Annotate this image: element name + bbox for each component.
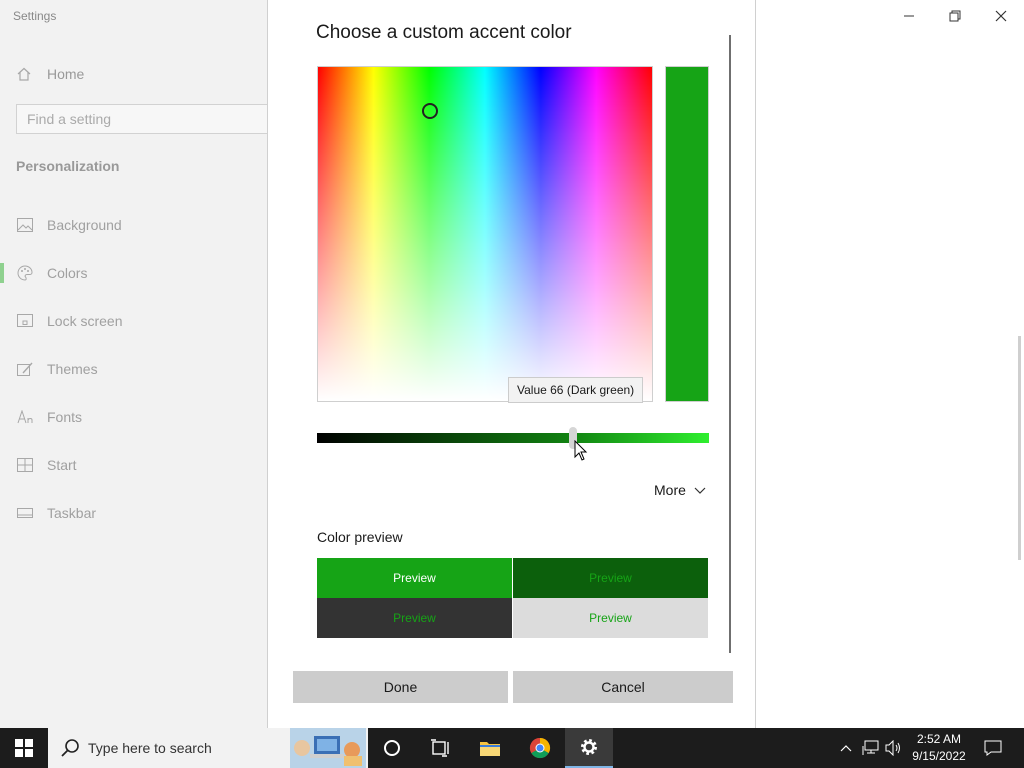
home-icon — [16, 66, 32, 82]
restore-button[interactable] — [932, 0, 978, 32]
preview-light-theme: Preview — [513, 598, 708, 638]
home-nav-item[interactable]: Home — [16, 64, 84, 84]
notification-icon — [984, 740, 1002, 756]
lock-screen-icon — [16, 312, 34, 330]
search-input[interactable] — [17, 105, 275, 133]
color-spectrum-picker[interactable] — [317, 66, 653, 402]
task-view-button[interactable] — [416, 728, 464, 768]
sidebar-item-label: Background — [47, 217, 122, 233]
search-icon — [61, 739, 79, 757]
palette-icon — [16, 264, 34, 282]
volume-icon — [885, 740, 900, 756]
sidebar-item-background[interactable]: Background — [0, 205, 268, 245]
network-button[interactable] — [860, 728, 882, 768]
dialog-title: Choose a custom accent color — [316, 22, 572, 43]
settings-taskbar-button[interactable] — [565, 728, 613, 768]
minimize-icon — [904, 15, 914, 17]
close-icon — [995, 10, 1007, 22]
chevron-up-icon — [840, 745, 852, 752]
home-label: Home — [47, 66, 85, 82]
restore-icon — [949, 10, 961, 22]
preview-accent-dark: Preview — [513, 558, 708, 598]
clock-time: 2:52 AM — [916, 732, 962, 746]
color-selector-ring[interactable] — [422, 103, 438, 119]
cancel-button[interactable]: Cancel — [513, 671, 733, 703]
minimize-button[interactable] — [886, 0, 932, 32]
file-explorer-button[interactable] — [466, 728, 514, 768]
cortana-icon — [384, 740, 400, 756]
custom-accent-color-dialog: Choose a custom accent color Value 66 (D… — [267, 0, 756, 728]
section-title: Personalization — [16, 158, 120, 174]
sidebar-item-colors[interactable]: Colors — [0, 253, 268, 293]
windows-logo-icon — [15, 739, 33, 757]
sidebar-item-fonts[interactable]: Fonts — [0, 397, 268, 437]
sidebar-item-taskbar[interactable]: Taskbar — [0, 493, 268, 533]
task-view-icon — [431, 739, 449, 757]
taskbar-icon — [16, 504, 34, 522]
color-preview-heading: Color preview — [317, 529, 403, 545]
more-toggle[interactable]: More — [654, 482, 706, 498]
action-center-button[interactable] — [978, 728, 1008, 768]
more-label: More — [654, 482, 686, 498]
selected-color-swatch — [665, 66, 709, 402]
cortana-button[interactable] — [368, 728, 416, 768]
color-preview-grid: Preview Preview Preview Preview — [317, 558, 708, 638]
saturation-gradient — [318, 67, 652, 401]
value-tooltip: Value 66 (Dark green) — [508, 377, 644, 403]
preview-accent-light: Preview — [317, 558, 512, 598]
page-scrollbar[interactable] — [1018, 336, 1021, 560]
volume-button[interactable] — [884, 728, 904, 768]
taskbar-clock[interactable]: 2:52 AM 9/15/2022 — [904, 728, 974, 768]
sidebar-item-label: Themes — [47, 361, 98, 377]
selection-indicator — [0, 263, 4, 283]
sidebar-item-label: Lock screen — [47, 313, 123, 329]
search-text: Type here to search — [88, 740, 212, 756]
image-icon — [16, 216, 34, 234]
close-button[interactable] — [978, 0, 1024, 32]
chrome-button[interactable] — [516, 728, 564, 768]
clock-date: 9/15/2022 — [912, 749, 966, 763]
find-setting-search[interactable] — [16, 104, 276, 134]
window-controls — [886, 0, 1024, 32]
chevron-down-icon — [694, 482, 706, 498]
gear-icon — [581, 739, 597, 755]
sidebar-item-lock-screen[interactable]: Lock screen — [0, 301, 268, 341]
sidebar-item-themes[interactable]: Themes — [0, 349, 268, 389]
chrome-icon — [529, 737, 551, 759]
sidebar-item-start[interactable]: Start — [0, 445, 268, 485]
mouse-pointer-icon — [574, 440, 588, 461]
window-title: Settings — [13, 9, 57, 23]
sidebar-item-label: Fonts — [47, 409, 83, 425]
start-button[interactable] — [0, 728, 48, 768]
taskbar: Type here to search 2:52 AM 9/15/2022 — [0, 728, 1024, 768]
dialog-scrollbar[interactable] — [729, 35, 731, 653]
themes-icon — [16, 360, 34, 378]
preview-dark-theme: Preview — [317, 598, 512, 638]
settings-sidebar: Settings Home Personalization Background… — [0, 0, 276, 728]
sidebar-item-label: Taskbar — [47, 505, 97, 521]
show-hidden-icons-button[interactable] — [836, 728, 856, 768]
fonts-icon — [16, 408, 34, 426]
taskbar-search-box[interactable]: Type here to search — [48, 728, 368, 768]
sidebar-item-label: Start — [47, 457, 77, 473]
done-button[interactable]: Done — [293, 671, 508, 703]
folder-icon — [480, 742, 500, 756]
start-icon — [16, 456, 34, 474]
sidebar-item-label: Colors — [47, 265, 88, 281]
search-highlight-illustration-icon — [290, 728, 366, 768]
value-slider-track[interactable] — [317, 433, 709, 443]
network-icon — [862, 740, 879, 755]
